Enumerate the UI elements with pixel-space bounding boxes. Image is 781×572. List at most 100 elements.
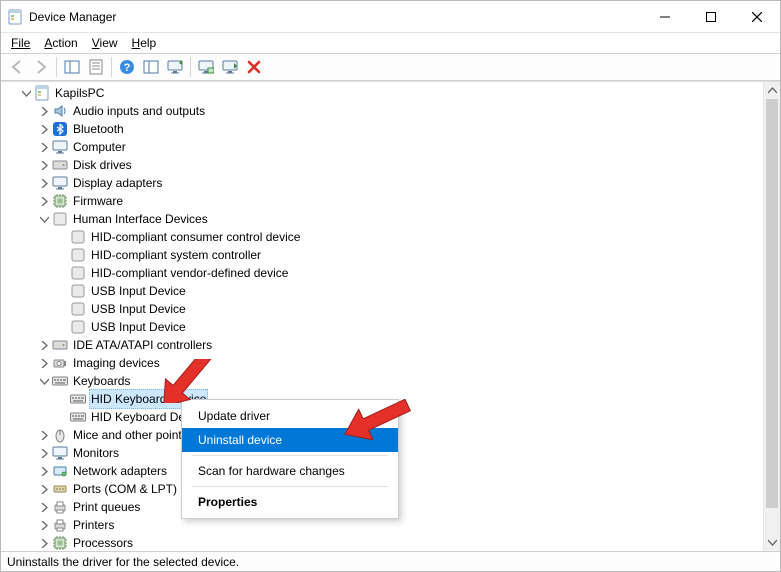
chevron-right-icon[interactable] (37, 536, 51, 550)
chevron-right-icon[interactable] (37, 140, 51, 154)
context-uninstall-device[interactable]: Uninstall device (182, 428, 398, 452)
minimize-button[interactable] (642, 1, 688, 32)
tree-item-computer[interactable]: Computer (3, 138, 780, 156)
chevron-right-icon[interactable] (37, 446, 51, 460)
window-controls (642, 1, 780, 32)
show-hide-console-tree-button[interactable] (60, 56, 84, 78)
context-separator (192, 455, 388, 456)
scroll-up-button[interactable] (764, 82, 780, 99)
menubar: File Action View Help (1, 33, 780, 53)
chevron-right-icon[interactable] (37, 518, 51, 532)
tree-label: Processors (71, 534, 135, 551)
update-driver-button[interactable] (163, 56, 187, 78)
toolbar-separator (111, 57, 112, 77)
context-update-driver[interactable]: Update driver (182, 404, 398, 428)
menu-view[interactable]: View (86, 35, 124, 51)
printer-icon (52, 517, 68, 533)
chevron-right-icon[interactable] (37, 500, 51, 514)
titlebar: Device Manager (1, 1, 780, 33)
scroll-track[interactable] (764, 99, 780, 534)
chevron-right-icon[interactable] (37, 356, 51, 370)
chevron-right-icon[interactable] (37, 104, 51, 118)
tree-item-bluetooth[interactable]: Bluetooth (3, 120, 780, 138)
tree-item-display-adapters[interactable]: Display adapters (3, 174, 780, 192)
tree-label: USB Input Device (89, 318, 188, 336)
tree-label: Disk drives (71, 156, 134, 174)
tree-item-audio[interactable]: Audio inputs and outputs (3, 102, 780, 120)
tree-item-ide[interactable]: IDE ATA/ATAPI controllers (3, 336, 780, 354)
tree-label: IDE ATA/ATAPI controllers (71, 336, 214, 354)
tree-item-hid-child[interactable]: HID-compliant consumer control device (3, 228, 780, 246)
forward-button[interactable] (29, 56, 53, 78)
camera-icon (52, 355, 68, 371)
chevron-down-icon[interactable] (37, 212, 51, 226)
tree-root[interactable]: KapilsPC (3, 84, 780, 102)
tree-item-hid-child[interactable]: HID-compliant system controller (3, 246, 780, 264)
app-icon (7, 9, 23, 25)
tree-label: Bluetooth (71, 120, 126, 138)
menu-action[interactable]: Action (38, 35, 83, 51)
chevron-right-icon[interactable] (37, 176, 51, 190)
hid-icon (70, 283, 86, 299)
context-menu: Update driver Uninstall device Scan for … (181, 399, 399, 519)
tree-item-hid-child[interactable]: USB Input Device (3, 318, 780, 336)
scan-hardware-button[interactable] (194, 56, 218, 78)
uninstall-device-button[interactable] (242, 56, 266, 78)
tree-label: Display adapters (71, 174, 164, 192)
tree-item-hid-child[interactable]: USB Input Device (3, 282, 780, 300)
tree-item-disk-drives[interactable]: Disk drives (3, 156, 780, 174)
monitor-icon (52, 139, 68, 155)
tree-label: USB Input Device (89, 300, 188, 318)
action-pane-button[interactable] (139, 56, 163, 78)
chevron-down-icon[interactable] (19, 86, 33, 100)
tree-label: Ports (COM & LPT) (71, 480, 179, 498)
context-properties[interactable]: Properties (182, 490, 398, 514)
toolbar-separator (56, 57, 57, 77)
monitor-icon (52, 175, 68, 191)
chevron-right-icon[interactable] (37, 158, 51, 172)
chip-icon (52, 193, 68, 209)
tree-item-hid-child[interactable]: USB Input Device (3, 300, 780, 318)
tree-item-firmware[interactable]: Firmware (3, 192, 780, 210)
chevron-right-icon[interactable] (37, 482, 51, 496)
hid-icon (70, 301, 86, 317)
tree-label: Monitors (71, 444, 121, 462)
chevron-right-icon[interactable] (37, 194, 51, 208)
context-scan-hardware[interactable]: Scan for hardware changes (182, 459, 398, 483)
vertical-scrollbar[interactable] (763, 82, 780, 551)
keyboard-icon (70, 391, 86, 407)
close-button[interactable] (734, 1, 780, 32)
chip-icon (52, 535, 68, 551)
hid-icon (70, 247, 86, 263)
tree-item-processors[interactable]: Processors (3, 534, 780, 551)
back-button[interactable] (5, 56, 29, 78)
chevron-right-icon[interactable] (37, 464, 51, 478)
monitor-icon (52, 445, 68, 461)
keyboard-icon (70, 409, 86, 425)
properties-button[interactable] (84, 56, 108, 78)
enable-device-button[interactable] (218, 56, 242, 78)
chevron-down-icon[interactable] (37, 374, 51, 388)
scroll-thumb[interactable] (766, 99, 778, 508)
tree-item-hid[interactable]: Human Interface Devices (3, 210, 780, 228)
menu-help[interactable]: Help (126, 35, 163, 51)
tree-label: Imaging devices (71, 354, 162, 372)
keyboard-icon (52, 373, 68, 389)
hid-icon (70, 229, 86, 245)
tree-item-hid-child[interactable]: HID-compliant vendor-defined device (3, 264, 780, 282)
menu-file[interactable]: File (5, 35, 36, 51)
hid-icon (52, 211, 68, 227)
chevron-right-icon[interactable] (37, 428, 51, 442)
tree-label: Network adapters (71, 462, 169, 480)
hid-icon (70, 265, 86, 281)
tree-item-imaging[interactable]: Imaging devices (3, 354, 780, 372)
computer-icon (34, 85, 50, 101)
chevron-right-icon[interactable] (37, 122, 51, 136)
tree-label: Human Interface Devices (71, 210, 210, 228)
printer-icon (52, 499, 68, 515)
tree-item-keyboards[interactable]: Keyboards (3, 372, 780, 390)
scroll-down-button[interactable] (764, 534, 780, 551)
help-button[interactable] (115, 56, 139, 78)
chevron-right-icon[interactable] (37, 338, 51, 352)
maximize-button[interactable] (688, 1, 734, 32)
